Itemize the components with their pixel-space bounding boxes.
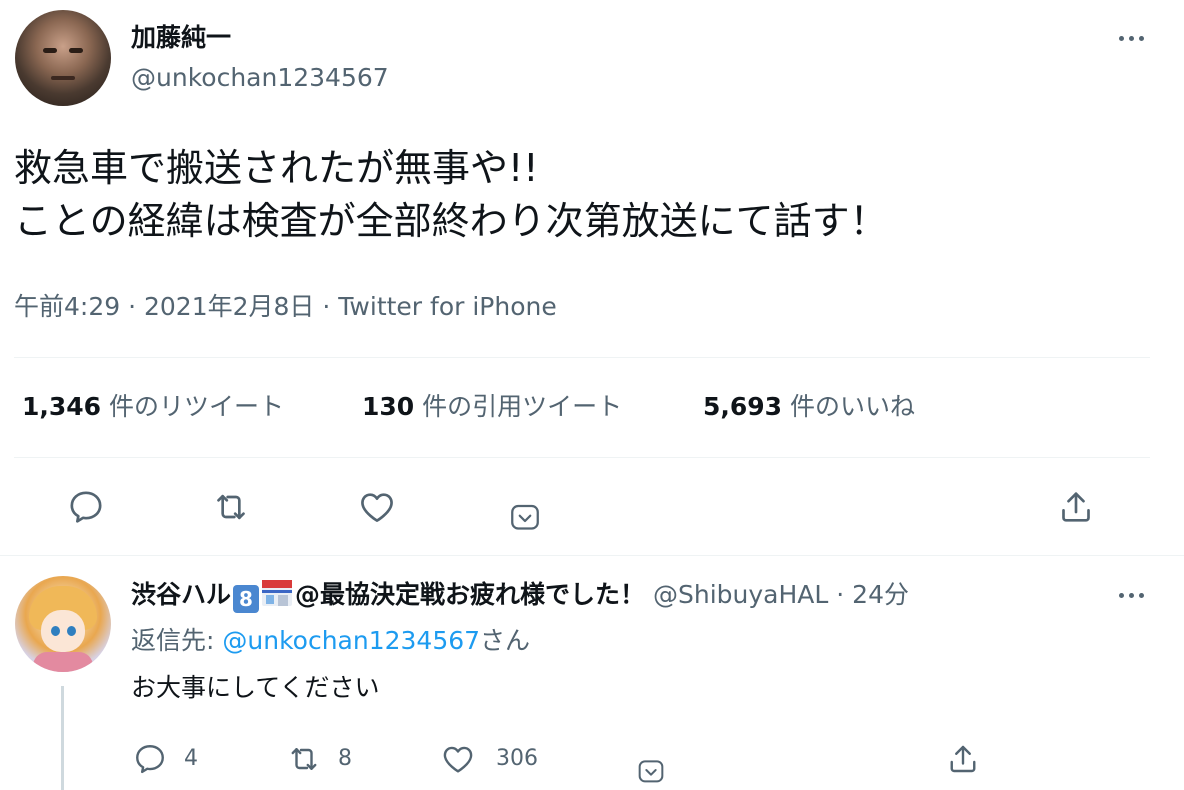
avatar-eye bbox=[43, 48, 57, 53]
thread-line bbox=[61, 686, 64, 790]
reply-time[interactable]: 24分 bbox=[852, 580, 909, 609]
tweet-date[interactable]: 2021年2月8日 bbox=[144, 292, 314, 321]
reply-icon bbox=[136, 745, 164, 774]
reply-icon bbox=[70, 491, 102, 523]
reply-button[interactable] bbox=[66, 487, 106, 527]
divider bbox=[14, 457, 1150, 458]
replying-mention[interactable]: @unkochan1234567 bbox=[222, 626, 480, 655]
reply-header: 渋谷ハル 8 @最協決定戦お疲れ様でした！ @ShibuyaHAL · 24分 bbox=[131, 578, 909, 613]
retweets-count: 1,346 bbox=[22, 392, 102, 421]
reply-name-prefix: 渋谷ハル bbox=[131, 580, 232, 609]
share-icon bbox=[1062, 492, 1090, 522]
tip-icon bbox=[511, 504, 539, 530]
reply-retweet-button[interactable]: 8 bbox=[286, 741, 352, 777]
avatar-mouth bbox=[51, 76, 75, 80]
keycap-badge: 8 bbox=[233, 585, 260, 613]
reply-author-handle[interactable]: @ShibuyaHAL bbox=[653, 580, 828, 609]
quotes-label: 件の引用ツイート bbox=[422, 392, 623, 421]
convenience-store-icon bbox=[261, 578, 293, 608]
avatar-shirt bbox=[33, 652, 93, 672]
retweet-button[interactable] bbox=[211, 487, 251, 527]
reply-like-button[interactable]: 306 bbox=[440, 741, 538, 777]
avatar-eye bbox=[69, 48, 83, 53]
author-display-name[interactable]: 加藤純一 bbox=[131, 22, 231, 54]
avatar-eye bbox=[67, 626, 76, 636]
reply-author-name[interactable]: 渋谷ハル 8 @最協決定戦お疲れ様でした！ bbox=[131, 578, 646, 613]
likes-count: 5,693 bbox=[703, 392, 783, 421]
tip-button[interactable] bbox=[507, 500, 543, 536]
divider bbox=[0, 555, 1184, 556]
reply-name-suffix: @最協決定戦お疲れ様でした！ bbox=[295, 580, 646, 609]
more-icon[interactable] bbox=[1113, 26, 1149, 50]
meta-separator: · bbox=[322, 292, 331, 321]
quotes-stat[interactable]: 130 件の引用ツイート bbox=[362, 390, 622, 424]
like-icon bbox=[361, 493, 393, 522]
share-button[interactable] bbox=[1056, 487, 1096, 527]
replying-to: 返信先: @unkochan1234567さん bbox=[131, 624, 530, 658]
divider bbox=[14, 357, 1150, 358]
author-avatar[interactable] bbox=[15, 10, 111, 106]
tweet-source[interactable]: Twitter for iPhone bbox=[338, 292, 556, 321]
avatar-face bbox=[41, 610, 85, 652]
like-count: 306 bbox=[496, 746, 538, 771]
retweets-stat[interactable]: 1,346 件のリツイート bbox=[22, 390, 284, 424]
tweet-text-line: ことの経緯は検査が全部終わり次第放送にて話す！ bbox=[14, 199, 888, 243]
reply-count: 4 bbox=[184, 746, 198, 771]
likes-label: 件のいいね bbox=[790, 392, 916, 421]
meta-separator: · bbox=[128, 292, 137, 321]
retweet-icon bbox=[217, 494, 245, 520]
tweet-meta: 午前4:29 · 2021年2月8日 · Twitter for iPhone bbox=[14, 290, 557, 324]
reply-author-avatar[interactable] bbox=[15, 576, 111, 672]
more-icon[interactable] bbox=[1113, 583, 1149, 607]
like-icon bbox=[443, 746, 473, 773]
retweet-icon bbox=[291, 748, 317, 770]
reply-tip-button[interactable] bbox=[635, 756, 667, 788]
retweets-label: 件のリツイート bbox=[109, 392, 285, 421]
author-handle[interactable]: @unkochan1234567 bbox=[131, 62, 389, 94]
likes-stat[interactable]: 5,693 件のいいね bbox=[703, 390, 915, 424]
retweet-count: 8 bbox=[338, 746, 352, 771]
reply-reply-button[interactable]: 4 bbox=[132, 741, 198, 777]
like-button[interactable] bbox=[357, 487, 397, 527]
tweet-text-line: 救急車で搬送されたが無事や!! bbox=[14, 146, 539, 190]
replying-label: 返信先: bbox=[131, 626, 223, 655]
reply-text: お大事にしてください bbox=[131, 673, 380, 702]
avatar-eye bbox=[51, 626, 60, 636]
replying-suffix: さん bbox=[480, 626, 531, 655]
quotes-count: 130 bbox=[362, 392, 415, 421]
meta-separator: · bbox=[836, 580, 845, 609]
share-icon bbox=[950, 745, 976, 773]
tweet-text: 救急車で搬送されたが無事や!! ことの経緯は検査が全部終わり次第放送にて話す！ bbox=[14, 142, 1154, 248]
reply-share-button[interactable] bbox=[945, 741, 981, 777]
tweet-time[interactable]: 午前4:29 bbox=[14, 292, 120, 321]
tip-icon bbox=[638, 760, 664, 783]
